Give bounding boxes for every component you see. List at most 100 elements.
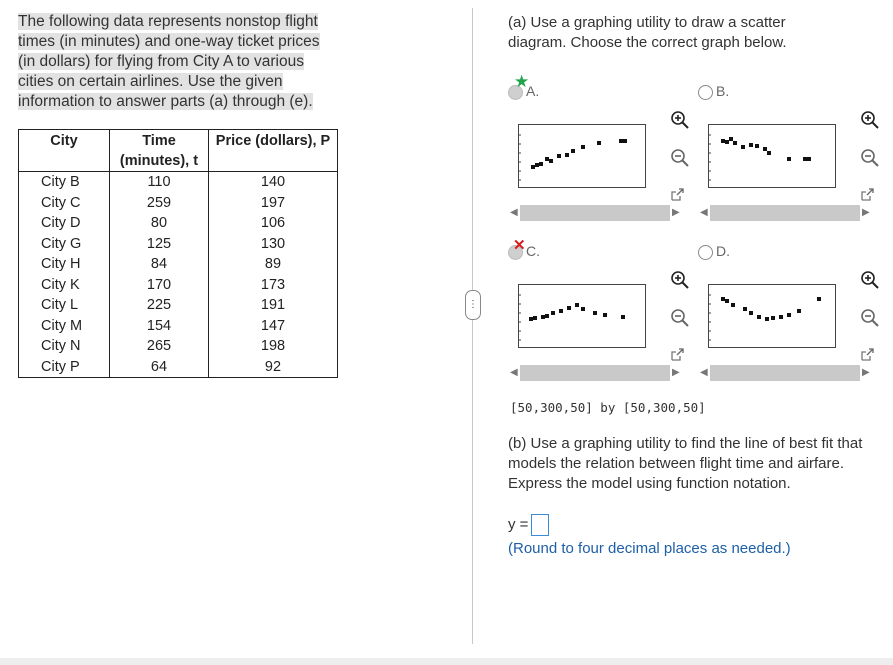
cell-price: 130 xyxy=(208,233,338,254)
header-price: Price (dollars), P xyxy=(208,129,338,172)
zoom-in-icon[interactable] xyxy=(860,110,880,130)
scatter-point xyxy=(779,315,783,319)
answer-line: y = xyxy=(508,514,550,536)
zoom-in-icon[interactable] xyxy=(670,270,690,290)
scroll-right-icon[interactable]: ▶ xyxy=(672,206,680,220)
scroll-track[interactable] xyxy=(520,205,670,221)
graph-scrollbar[interactable]: ◀ ▶ xyxy=(698,364,870,382)
zoom-out-icon[interactable] xyxy=(670,308,690,328)
scatter-point xyxy=(755,144,759,148)
scroll-track[interactable] xyxy=(520,365,670,381)
option-d-label[interactable]: D. xyxy=(698,242,730,260)
zoom-out-icon[interactable] xyxy=(670,148,690,168)
scatter-point xyxy=(593,311,597,315)
cell-price: 140 xyxy=(208,171,338,193)
cell-price: 173 xyxy=(208,274,338,295)
option-a-label[interactable]: ★ A. xyxy=(508,73,539,100)
table-row: City L 225 191 xyxy=(18,295,338,316)
table-row: City G 125 130 xyxy=(18,233,338,254)
zoom-out-icon[interactable] xyxy=(860,308,880,328)
option-d-letter: D. xyxy=(716,243,730,259)
scatter-point xyxy=(803,157,807,161)
panel-resize-handle[interactable]: ⋮ xyxy=(465,290,481,320)
scatter-point xyxy=(557,154,561,158)
table-row: City N 265 198 xyxy=(18,336,338,357)
scatter-point xyxy=(741,145,745,149)
cell-price: 89 xyxy=(208,254,338,275)
scatter-point xyxy=(559,309,563,313)
scroll-right-icon[interactable]: ▶ xyxy=(862,366,870,380)
scatter-point xyxy=(721,297,725,301)
header-price-label: Price (dollars), P xyxy=(215,133,331,149)
scroll-left-icon[interactable]: ◀ xyxy=(510,206,518,220)
scatter-point xyxy=(749,311,753,315)
option-d[interactable]: D. ◀ ▶ xyxy=(698,242,880,402)
zoom-out-icon[interactable] xyxy=(860,148,880,168)
table-row: City H 84 89 xyxy=(18,254,338,275)
radio-icon[interactable] xyxy=(698,84,713,100)
scatter-point xyxy=(545,314,549,318)
scatter-point xyxy=(787,313,791,317)
scroll-left-icon[interactable]: ◀ xyxy=(700,206,708,220)
graph-scrollbar[interactable]: ◀ ▶ xyxy=(508,204,680,222)
scatter-point xyxy=(535,163,539,167)
cell-price: 92 xyxy=(208,356,338,378)
scatter-point xyxy=(581,145,585,149)
scatter-point xyxy=(787,157,791,161)
zoom-in-icon[interactable] xyxy=(860,270,880,290)
scatter-point xyxy=(541,315,545,319)
graph-scrollbar[interactable]: ◀ ▶ xyxy=(508,364,680,382)
zoom-in-icon[interactable] xyxy=(670,110,690,130)
scatter-point xyxy=(575,303,579,307)
scatter-graph xyxy=(518,124,646,188)
cell-time: 225 xyxy=(109,295,209,316)
cell-city: City B xyxy=(18,171,110,193)
cell-city: City C xyxy=(18,192,110,213)
option-a[interactable]: ★ A. ◀ ▶ xyxy=(508,73,690,242)
graph-scrollbar[interactable]: ◀ ▶ xyxy=(698,204,870,222)
cell-city: City H xyxy=(18,254,110,275)
scatter-point xyxy=(597,141,601,145)
cell-time: 80 xyxy=(109,213,209,234)
cell-price: 147 xyxy=(208,315,338,336)
scatter-point xyxy=(729,137,733,141)
scatter-point xyxy=(817,297,821,301)
scatter-graph xyxy=(708,124,836,188)
radio-icon[interactable] xyxy=(698,244,713,260)
cell-price: 198 xyxy=(208,336,338,357)
scroll-left-icon[interactable]: ◀ xyxy=(510,366,518,380)
scatter-point xyxy=(765,317,769,321)
scatter-point xyxy=(733,141,737,145)
scroll-left-icon[interactable]: ◀ xyxy=(700,366,708,380)
cell-price: 197 xyxy=(208,192,338,213)
cross-icon: ✕ xyxy=(513,237,526,254)
option-c-label[interactable]: ✕ C. xyxy=(508,237,540,260)
scatter-point xyxy=(531,165,535,169)
scroll-right-icon[interactable]: ▶ xyxy=(672,366,680,380)
option-c[interactable]: ✕ C. ◀ ▶ xyxy=(508,237,690,402)
table-header-row: City Time (minutes), t Price (dollars), … xyxy=(18,129,338,172)
table-row: City P 64 92 xyxy=(18,356,338,378)
cell-time: 125 xyxy=(109,233,209,254)
scatter-point xyxy=(771,316,775,320)
cell-city: City K xyxy=(18,274,110,295)
scatter-point xyxy=(529,317,533,321)
option-b-label[interactable]: B. xyxy=(698,82,729,100)
data-table: City Time (minutes), t Price (dollars), … xyxy=(18,129,338,378)
cell-city: City M xyxy=(18,315,110,336)
cell-time: 154 xyxy=(109,315,209,336)
scatter-point xyxy=(767,151,771,155)
scroll-track[interactable] xyxy=(710,205,860,221)
table-row: City B 110 140 xyxy=(18,171,338,193)
answer-input[interactable] xyxy=(531,514,550,536)
scroll-right-icon[interactable]: ▶ xyxy=(862,206,870,220)
option-b[interactable]: B. ◀ ▶ xyxy=(698,82,880,242)
scatter-point xyxy=(549,159,553,163)
scroll-track[interactable] xyxy=(710,365,860,381)
scatter-point xyxy=(623,139,627,143)
scatter-point xyxy=(603,313,607,317)
table-row: City M 154 147 xyxy=(18,315,338,336)
cell-city: City G xyxy=(18,233,110,254)
scatter-point xyxy=(533,316,537,320)
header-time: Time (minutes), t xyxy=(109,129,209,172)
